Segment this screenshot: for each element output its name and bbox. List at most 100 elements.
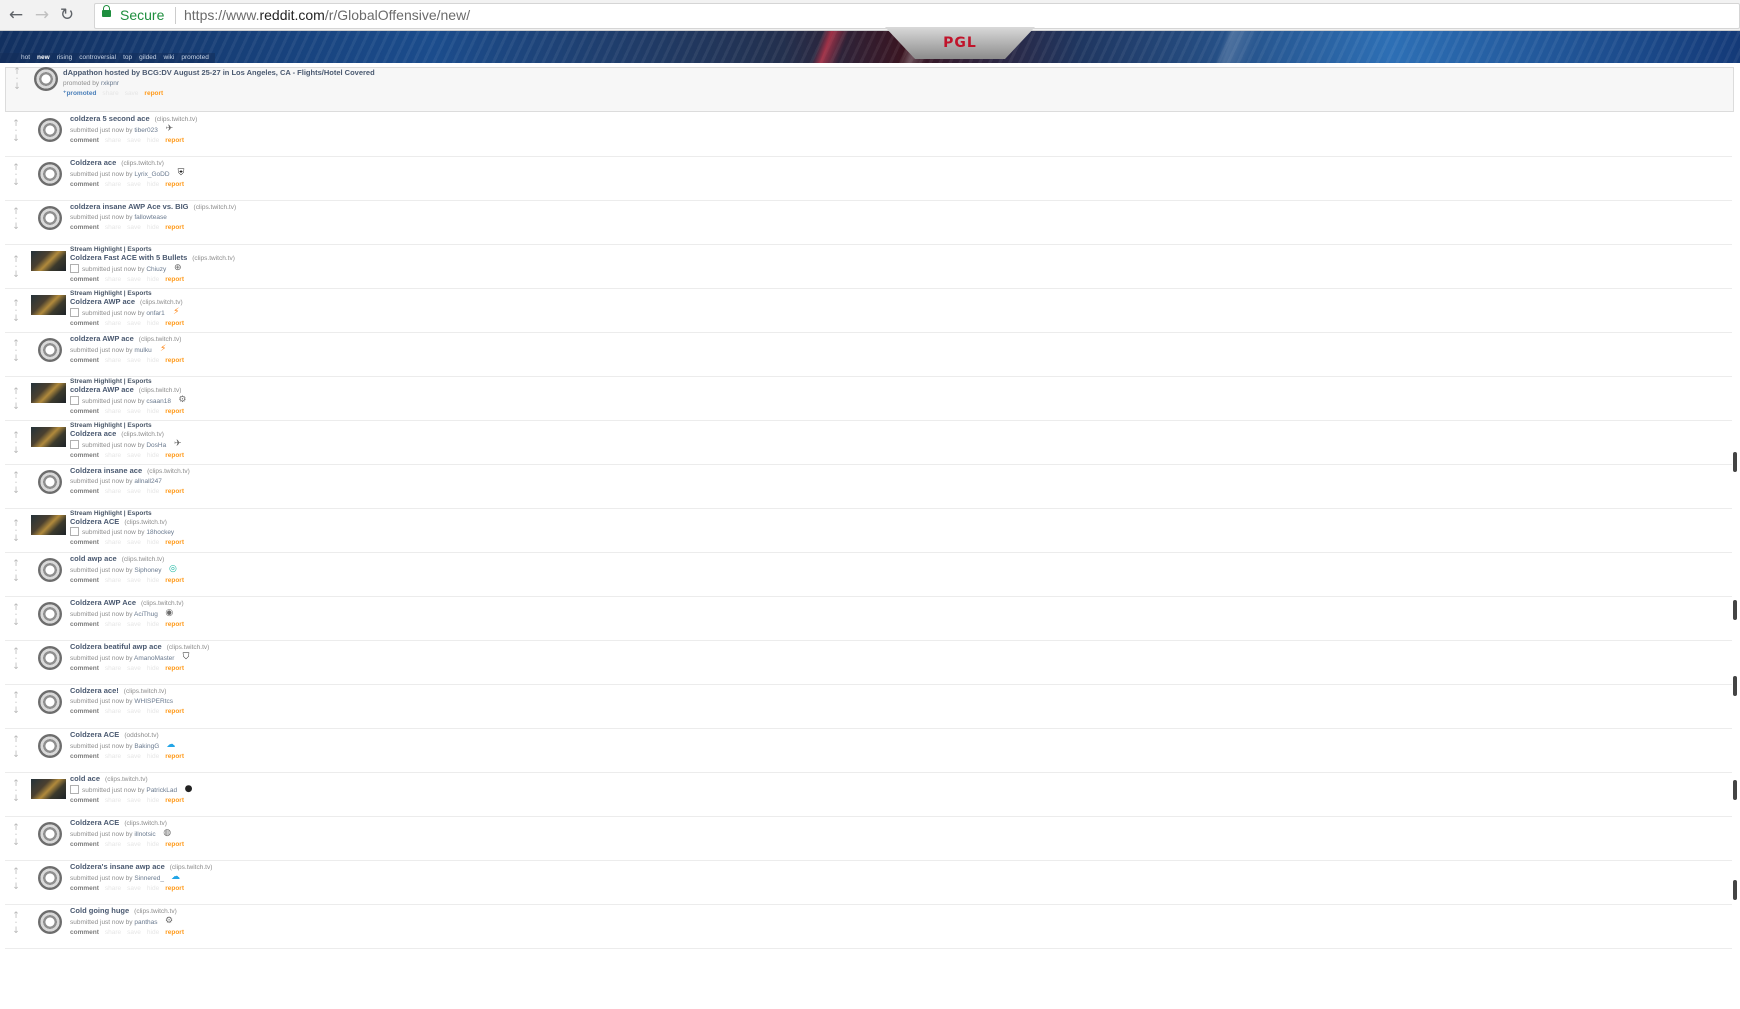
upvote-arrow-icon[interactable]: ↑ — [11, 560, 21, 569]
share-link[interactable]: share — [105, 452, 121, 459]
save-link[interactable]: save — [127, 577, 141, 584]
report-link[interactable]: report — [165, 320, 184, 327]
comment-link[interactable]: comment — [70, 621, 99, 628]
downvote-arrow-icon[interactable]: ↓ — [12, 83, 22, 92]
save-link[interactable]: save — [127, 929, 141, 936]
post-domain[interactable]: (clips.twitch.tv) — [124, 519, 167, 526]
report-link[interactable]: report — [144, 90, 163, 97]
video-thumbnail[interactable] — [31, 295, 66, 315]
downvote-arrow-icon[interactable]: ↓ — [11, 883, 21, 892]
save-link[interactable]: save — [127, 320, 141, 327]
comment-link[interactable]: comment — [70, 452, 99, 459]
report-link[interactable]: report — [165, 577, 184, 584]
post-domain[interactable]: (clips.twitch.tv) — [167, 644, 210, 651]
comment-link[interactable]: comment — [70, 797, 99, 804]
share-link[interactable]: share — [105, 841, 121, 848]
upvote-arrow-icon[interactable]: ↑ — [11, 604, 21, 613]
save-link[interactable]: save — [127, 488, 141, 495]
hide-link[interactable]: hide — [147, 276, 159, 283]
save-link[interactable]: save — [127, 539, 141, 546]
hide-link[interactable]: hide — [147, 357, 159, 364]
comment-link[interactable]: comment — [70, 841, 99, 848]
upvote-arrow-icon[interactable]: ↑ — [11, 824, 21, 833]
comment-link[interactable]: comment — [70, 276, 99, 283]
video-thumbnail[interactable] — [31, 383, 66, 403]
save-link[interactable]: save — [127, 841, 141, 848]
share-link[interactable]: share — [105, 753, 121, 760]
comment-link[interactable]: comment — [70, 577, 99, 584]
downvote-arrow-icon[interactable]: ↓ — [11, 447, 21, 456]
report-link[interactable]: report — [165, 276, 184, 283]
share-link[interactable]: share — [105, 708, 121, 715]
hide-link[interactable]: hide — [147, 841, 159, 848]
report-link[interactable]: report — [165, 708, 184, 715]
downvote-arrow-icon[interactable]: ↓ — [11, 839, 21, 848]
share-link[interactable]: share — [105, 539, 121, 546]
comment-link[interactable]: comment — [70, 885, 99, 892]
post-domain[interactable]: (clips.twitch.tv) — [141, 600, 184, 607]
hide-link[interactable]: hide — [147, 708, 159, 715]
post-author[interactable]: DosHa — [146, 442, 166, 449]
hide-link[interactable]: hide — [147, 181, 159, 188]
post-author[interactable]: Lyrix_GoDD — [134, 171, 169, 178]
upvote-arrow-icon[interactable]: ↑ — [11, 388, 21, 397]
post-author[interactable]: WHISPERtcs — [134, 698, 173, 705]
default-thumbnail-icon[interactable] — [38, 734, 62, 758]
hide-link[interactable]: hide — [147, 797, 159, 804]
video-thumbnail[interactable] — [31, 515, 66, 535]
url-text[interactable]: https://www.reddit.com/r/GlobalOffensive… — [184, 7, 470, 23]
downvote-arrow-icon[interactable]: ↓ — [11, 619, 21, 628]
share-link[interactable]: share — [105, 885, 121, 892]
save-link[interactable]: save — [127, 276, 141, 283]
comment-link[interactable]: comment — [70, 665, 99, 672]
downvote-arrow-icon[interactable]: ↓ — [11, 575, 21, 584]
report-link[interactable]: report — [165, 488, 184, 495]
upvote-arrow-icon[interactable]: ↑ — [11, 256, 21, 265]
post-title[interactable]: coldzera AWP ace — [70, 385, 134, 394]
downvote-arrow-icon[interactable]: ↓ — [11, 355, 21, 364]
report-link[interactable]: report — [165, 885, 184, 892]
default-thumbnail-icon[interactable] — [38, 910, 62, 934]
tab-new[interactable]: new — [37, 53, 50, 63]
reload-button-icon[interactable]: ↻ — [56, 4, 78, 26]
post-title[interactable]: Coldzera ace — [70, 158, 116, 167]
save-link[interactable]: save — [127, 452, 141, 459]
post-domain[interactable]: (clips.twitch.tv) — [122, 556, 165, 563]
save-link[interactable]: save — [125, 90, 139, 97]
default-thumbnail-icon[interactable] — [38, 470, 62, 494]
share-link[interactable]: share — [105, 320, 121, 327]
upvote-arrow-icon[interactable]: ↑ — [11, 340, 21, 349]
report-link[interactable]: report — [165, 797, 184, 804]
hide-link[interactable]: hide — [147, 224, 159, 231]
share-link[interactable]: share — [105, 577, 121, 584]
share-link[interactable]: share — [105, 665, 121, 672]
expando-play-icon[interactable] — [70, 308, 79, 317]
report-link[interactable]: report — [165, 929, 184, 936]
default-thumbnail-icon[interactable] — [38, 118, 62, 142]
default-thumbnail-icon[interactable] — [38, 162, 62, 186]
hide-link[interactable]: hide — [147, 885, 159, 892]
share-link[interactable]: share — [105, 621, 121, 628]
upvote-arrow-icon[interactable]: ↑ — [11, 120, 21, 129]
post-author[interactable]: allnall247 — [134, 478, 161, 485]
tab-top[interactable]: top — [123, 53, 132, 63]
post-author[interactable]: Chiuzy — [146, 266, 166, 273]
save-link[interactable]: save — [127, 753, 141, 760]
video-thumbnail[interactable] — [31, 779, 66, 799]
post-title[interactable]: coldzera insane AWP Ace vs. BIG — [70, 202, 189, 211]
post-author[interactable]: Siphoney — [134, 567, 161, 574]
share-link[interactable]: share — [105, 929, 121, 936]
post-title[interactable]: Coldzera AWP Ace — [70, 598, 136, 607]
report-link[interactable]: report — [165, 841, 184, 848]
post-domain[interactable]: (clips.twitch.tv) — [194, 204, 237, 211]
post-title[interactable]: cold awp ace — [70, 554, 117, 563]
tab-controversial[interactable]: controversial — [79, 53, 116, 63]
post-title[interactable]: Coldzera insane ace — [70, 466, 142, 475]
post-domain[interactable]: (clips.twitch.tv) — [121, 160, 164, 167]
post-title[interactable]: Coldzera ACE — [70, 517, 119, 526]
back-button-icon[interactable]: ← — [5, 4, 27, 26]
save-link[interactable]: save — [127, 621, 141, 628]
tab-rising[interactable]: rising — [57, 53, 73, 63]
default-thumbnail-icon[interactable] — [38, 206, 62, 230]
report-link[interactable]: report — [165, 665, 184, 672]
